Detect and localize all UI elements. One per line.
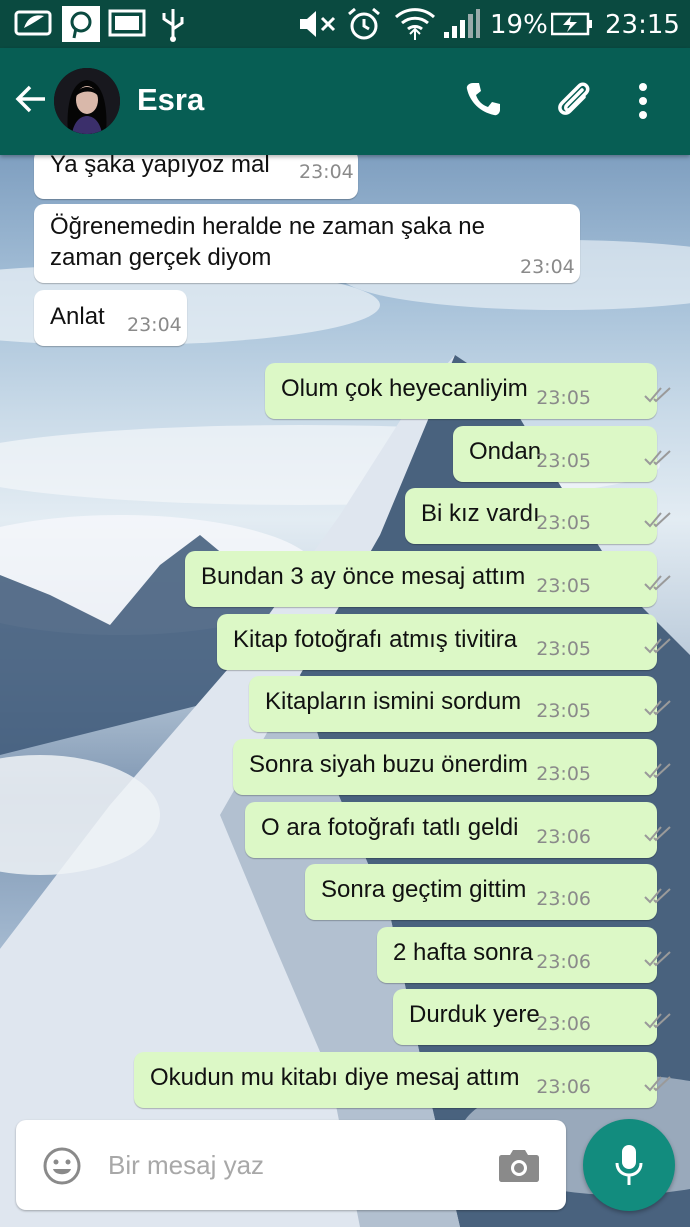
message-bubble-outgoing[interactable]: Sonra geçtim gittim 23:06 (305, 864, 671, 920)
message-time: 23:05 (536, 450, 591, 472)
message-text: Bi kız vardı (421, 500, 540, 527)
avatar[interactable] (54, 68, 120, 134)
message-bubble-outgoing[interactable]: Sonra siyah buzu önerdim 23:05 (233, 739, 671, 795)
message-bubble-outgoing[interactable]: 2 hafta sonra 23:06 (377, 927, 671, 983)
tablet-notification-icon (14, 8, 54, 43)
message-time: 23:05 (536, 763, 591, 785)
message-text: Ondan (469, 438, 542, 465)
message-bubble-outgoing[interactable]: O ara fotoğrafı tatlı geldi 23:06 (245, 802, 671, 858)
paperclip-icon[interactable] (554, 78, 596, 125)
image-notification-icon (108, 8, 146, 43)
message-bubble-outgoing[interactable]: Kitap fotoğrafı atmış tivitira 23:05 (217, 614, 671, 670)
message-bubble-incoming[interactable]: Anlat 23:04 (34, 290, 187, 346)
message-time: 23:06 (536, 826, 591, 848)
pinterest-notification-icon (62, 6, 100, 47)
message-bubble-outgoing[interactable]: Bundan 3 ay önce mesaj attım 23:05 (185, 551, 671, 607)
message-text: Kitap fotoğrafı atmış tivitira (233, 626, 518, 653)
emoji-icon[interactable] (42, 1146, 82, 1191)
message-time: 23:05 (536, 638, 591, 660)
wifi-icon (393, 4, 437, 47)
message-input[interactable]: Bir mesaj yaz (108, 1150, 264, 1181)
message-time: 23:05 (536, 575, 591, 597)
message-bubble-incoming[interactable]: Öğrenemedin heralde ne zaman şaka ne zam… (34, 204, 580, 283)
message-time: 23:06 (536, 888, 591, 910)
battery-percent: 19% (490, 10, 548, 40)
message-text: Kitapların ismini sordum (265, 688, 522, 715)
message-bubble-outgoing[interactable]: Olum çok heyecanliyim 23:05 (265, 363, 671, 419)
message-bubble-outgoing[interactable]: Durduk yere 23:06 (393, 989, 671, 1045)
message-text: Öğrenemedin heralde ne zaman şaka ne (50, 213, 485, 240)
message-text: Anlat (50, 303, 105, 330)
message-text: Okudun mu kitabı diye mesaj attım (150, 1064, 520, 1091)
back-arrow-icon[interactable] (14, 82, 48, 121)
mic-button[interactable] (583, 1119, 675, 1211)
message-time: 23:05 (536, 512, 591, 534)
more-vert-icon[interactable] (636, 82, 650, 125)
message-text: Ya şaka yapıyoz mal (50, 155, 270, 178)
message-time: 23:04 (520, 256, 575, 278)
signal-icon (442, 8, 482, 45)
mute-icon (298, 8, 338, 45)
message-bubble-outgoing[interactable]: Kitapların ismini sordum 23:05 (249, 676, 671, 732)
alarm-icon (345, 5, 383, 48)
message-text: Durduk yere (409, 1001, 540, 1028)
message-text: Olum çok heyecanliyim (281, 375, 528, 402)
battery-charging-icon (550, 12, 593, 41)
message-text: Bundan 3 ay önce mesaj attım (201, 563, 526, 590)
message-time: 23:05 (536, 387, 591, 409)
message-time: 23:05 (536, 700, 591, 722)
usb-icon (158, 5, 188, 48)
message-text: Sonra geçtim gittim (321, 876, 527, 903)
message-time: 23:06 (536, 1076, 591, 1098)
message-text: O ara fotoğrafı tatlı geldi (261, 814, 519, 841)
clock: 23:15 (605, 10, 680, 40)
message-text-line2: zaman gerçek diyom (50, 244, 272, 271)
message-time: 23:06 (536, 1013, 591, 1035)
camera-icon[interactable] (498, 1147, 540, 1188)
message-time: 23:04 (299, 161, 354, 183)
message-bubble-outgoing[interactable]: Bi kız vardı 23:05 (405, 488, 671, 544)
contact-name[interactable]: Esra (137, 82, 204, 118)
message-time: 23:06 (536, 951, 591, 973)
mic-icon (614, 1143, 644, 1192)
message-composer: Bir mesaj yaz (16, 1120, 566, 1210)
message-time: 23:04 (127, 314, 182, 336)
phone-icon[interactable] (464, 80, 502, 123)
message-text: Sonra siyah buzu önerdim (249, 751, 528, 778)
chat-wallpaper: Ya şaka yapıyoz mal 23:04 Öğrenemedin he… (0, 155, 690, 1227)
message-bubble-outgoing[interactable]: Okudun mu kitabı diye mesaj attım 23:06 (134, 1052, 671, 1108)
status-bar: 19% 23:15 (0, 0, 690, 48)
message-bubble-outgoing[interactable]: Ondan 23:05 (453, 426, 671, 482)
message-bubble-incoming[interactable]: Ya şaka yapıyoz mal 23:04 (34, 155, 358, 199)
message-text: 2 hafta sonra (393, 939, 534, 966)
chat-header: Esra (0, 48, 690, 155)
